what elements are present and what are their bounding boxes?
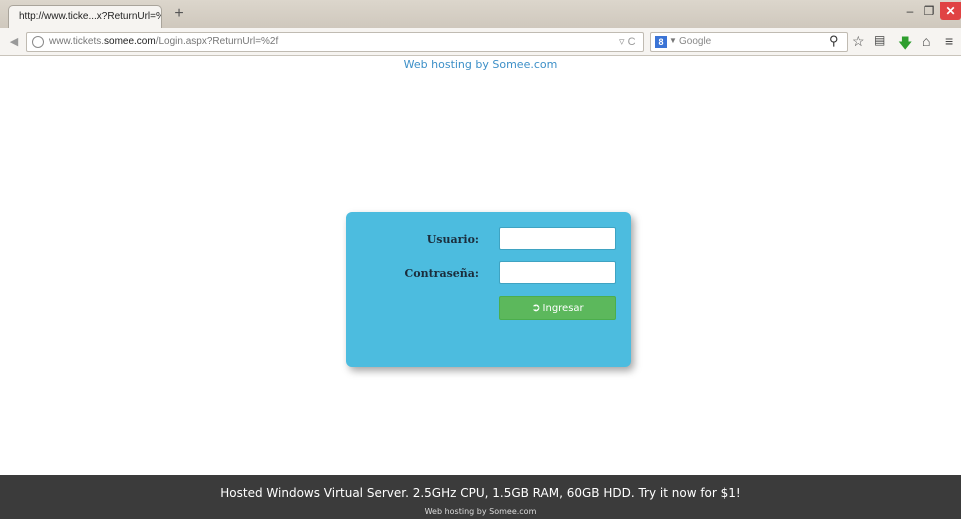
new-tab-button[interactable]: + [170, 5, 188, 23]
login-button[interactable]: ➲ Ingresar [499, 296, 616, 320]
minimize-button[interactable]: – [902, 2, 918, 20]
sign-in-icon: ➲ [531, 301, 541, 314]
browser-tab[interactable]: http://www.ticke...x?ReturnUrl=%2f [8, 5, 162, 28]
password-input[interactable] [499, 261, 616, 284]
chevron-down-icon[interactable]: ▼ [669, 36, 677, 45]
globe-icon [32, 36, 44, 48]
url-text: www.tickets.somee.com/Login.aspx?ReturnU… [49, 36, 279, 47]
close-button[interactable]: ✕ [940, 2, 961, 20]
footer-hosting-link[interactable]: Web hosting by Somee.com [0, 507, 961, 516]
menu-icon[interactable]: ≡ [945, 33, 953, 49]
search-bar[interactable]: 8 ▼ Google [650, 32, 848, 52]
hosting-link[interactable]: Web hosting by Somee.com [0, 58, 961, 71]
login-button-label: Ingresar [542, 303, 584, 314]
address-bar[interactable]: www.tickets.somee.com/Login.aspx?ReturnU… [26, 32, 644, 52]
reading-list-icon[interactable]: ▤ [874, 33, 885, 47]
login-panel: Usuario: Contraseña: ➲ Ingresar [346, 212, 631, 367]
home-icon[interactable]: ⌂ [922, 33, 930, 49]
download-icon[interactable]: 🡇 [898, 33, 912, 57]
password-label: Contraseña: [404, 267, 479, 280]
google-icon[interactable]: 8 [655, 36, 667, 48]
reload-icon[interactable]: ▿ C [619, 35, 636, 48]
maximize-button[interactable]: ❐ [921, 2, 937, 20]
footer-banner: Hosted Windows Virtual Server. 2.5GHz CP… [0, 475, 961, 519]
footer-ad-link[interactable]: Hosted Windows Virtual Server. 2.5GHz CP… [0, 486, 961, 500]
browser-tab-strip: http://www.ticke...x?ReturnUrl=%2f + – ❐… [0, 0, 961, 28]
username-label: Usuario: [426, 233, 479, 246]
search-icon[interactable]: ⚲ [829, 33, 839, 49]
back-button[interactable]: ◀ [6, 34, 22, 50]
star-icon[interactable]: ☆ [852, 33, 865, 50]
username-input[interactable] [499, 227, 616, 250]
search-input[interactable]: Google [679, 36, 711, 47]
navigation-bar: ◀ www.tickets.somee.com/Login.aspx?Retur… [0, 28, 961, 56]
